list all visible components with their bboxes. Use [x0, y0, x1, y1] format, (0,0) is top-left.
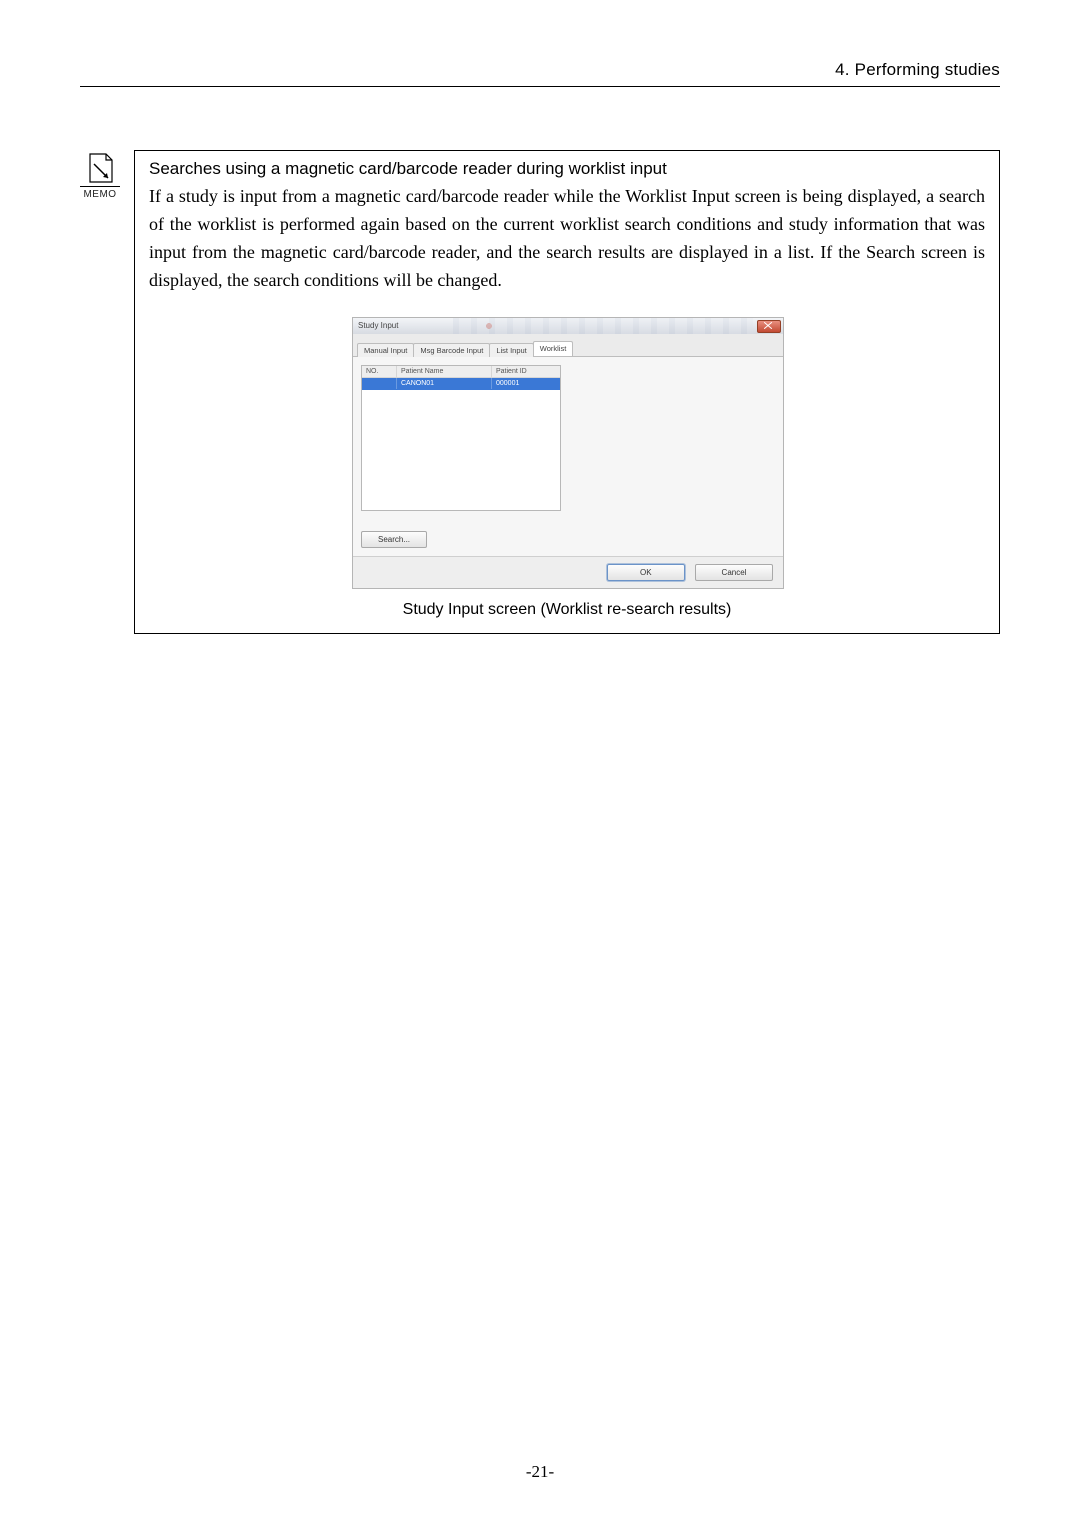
col-header-no: NO.	[362, 366, 397, 377]
table-empty-area	[362, 390, 560, 510]
window-body: NO. Patient Name Patient ID CANON01 0000…	[353, 357, 783, 556]
cell-id: 000001	[492, 378, 560, 389]
header-rule	[80, 86, 1000, 87]
table-header: NO. Patient Name Patient ID	[362, 366, 560, 378]
worklist-table: NO. Patient Name Patient ID CANON01 0000…	[361, 365, 561, 511]
table-row[interactable]: CANON01 000001	[362, 378, 560, 390]
search-button[interactable]: Search...	[361, 531, 427, 548]
tab-worklist[interactable]: Worklist	[533, 341, 574, 356]
window-footer: OK Cancel	[353, 556, 783, 588]
header-section-label: 4. Performing studies	[80, 60, 1000, 80]
col-header-id: Patient ID	[492, 366, 560, 377]
cancel-button[interactable]: Cancel	[695, 564, 773, 581]
cell-no	[362, 378, 397, 389]
col-header-name: Patient Name	[397, 366, 492, 377]
memo-body-text: If a study is input from a magnetic card…	[149, 183, 985, 295]
titlebar-decoration	[453, 318, 753, 334]
memo-block: MEMO Searches using a magnetic card/barc…	[80, 150, 1000, 634]
memo-page-icon	[84, 152, 116, 184]
memo-title: Searches using a magnetic card/barcode r…	[149, 159, 985, 179]
memo-icon-label: MEMO	[80, 186, 120, 200]
tab-manual-input[interactable]: Manual Input	[357, 343, 414, 357]
cell-name: CANON01	[397, 378, 492, 389]
figure-caption: Study Input screen (Worklist re-search r…	[149, 601, 985, 619]
study-input-window: Study Input Manual Input Msg Barcode Inp…	[352, 317, 784, 589]
close-icon[interactable]	[757, 320, 781, 333]
ok-button[interactable]: OK	[607, 564, 685, 581]
window-title: Study Input	[355, 321, 398, 330]
window-titlebar: Study Input	[353, 318, 783, 334]
tab-list-input[interactable]: List Input	[489, 343, 533, 357]
tab-bar: Manual Input Msg Barcode Input List Inpu…	[353, 334, 783, 357]
embedded-screenshot: Study Input Manual Input Msg Barcode Inp…	[352, 317, 782, 589]
page-number: -21-	[0, 1462, 1080, 1482]
tab-msg-barcode-input[interactable]: Msg Barcode Input	[413, 343, 490, 357]
memo-content: Searches using a magnetic card/barcode r…	[134, 150, 1000, 634]
memo-icon: MEMO	[80, 152, 120, 200]
